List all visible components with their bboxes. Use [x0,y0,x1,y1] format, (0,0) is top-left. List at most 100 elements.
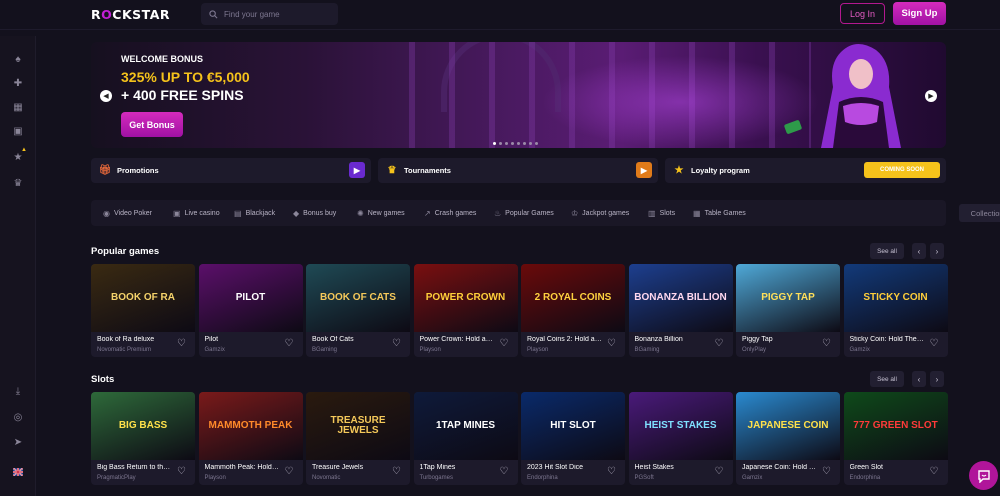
telegram-icon[interactable]: ➤ [12,436,24,448]
promo-label: Loyalty program [691,166,750,175]
category-video-poker[interactable]: ◉ Video Poker [103,200,152,226]
game-card[interactable]: BOOK OF CATS Book Of Cats BGaming ♡ [306,264,410,357]
game-thumbnail[interactable]: JAPANESE COIN [736,392,840,460]
game-card[interactable]: BONANZA BILLION Bonanza Billion BGaming ♡ [628,264,733,357]
category-blackjack[interactable]: ▤ Blackjack [234,200,275,226]
see-all-slots-button[interactable]: See all [870,371,904,387]
game-card[interactable]: BOOK OF RA Book of Ra deluxe Novomatic Pre… [91,264,195,357]
favorite-heart-icon[interactable]: ♡ [930,339,940,349]
slots-prev-arrow[interactable]: ‹ [912,371,926,387]
game-thumbnail[interactable]: HEIST STAKES [628,392,733,460]
favorite-heart-icon[interactable]: ♡ [500,467,510,477]
game-thumbnail[interactable]: PIGGY TAP [736,264,840,332]
game-name: 1Tap Mines [419,464,456,471]
puzzle-icon[interactable]: ✚ [12,77,24,89]
banner-next-arrow[interactable]: ▶ [925,90,937,102]
collections-dropdown[interactable]: Collections▼ [959,204,1000,222]
category-bonus-buy[interactable]: ◆ Bonus buy [293,200,336,226]
game-thumbnail[interactable]: 1TAP MINES [413,392,518,460]
grid-icon[interactable]: ▦ [12,101,24,113]
game-card[interactable]: STICKY COIN Sticky Coin: Hold The Spin Gam… [843,264,948,357]
game-thumbnail[interactable]: POWER CROWN [413,264,518,332]
category-crash-games[interactable]: ↗ Crash games [424,200,476,226]
game-card[interactable]: JAPANESE COIN Japanese Coin: Hold The Spi… [736,392,840,485]
favorite-heart-icon[interactable]: ♡ [715,339,725,349]
category-slots[interactable]: ▥ Slots [648,200,675,226]
flag-uk-icon[interactable] [12,466,24,478]
favorite-heart-icon[interactable]: ♡ [285,339,295,349]
pagination-dot[interactable] [529,142,532,145]
game-card[interactable]: BIG BASS Big Bass Return to the Races Prag… [91,392,195,485]
category-jackpot-games[interactable]: ♔ Jackpot games [571,200,629,226]
pagination-dot[interactable] [505,142,508,145]
favorite-heart-icon[interactable]: ♡ [822,467,832,477]
popular-next-arrow[interactable]: › [930,243,944,259]
gift-icon[interactable]: ▣ [12,125,24,137]
chevron-right-icon[interactable]: ▶ [636,162,652,178]
game-thumbnail[interactable]: TREASURE JEWELS [306,392,410,460]
game-thumbnail[interactable]: 777 GREEN SLOT [843,392,948,460]
see-all-popular-button[interactable]: See all [870,243,904,259]
popular-prev-arrow[interactable]: ‹ [912,243,926,259]
pagination-dot[interactable] [511,142,514,145]
slots-next-arrow[interactable]: › [930,371,944,387]
favorite-heart-icon[interactable]: ♡ [392,467,402,477]
game-thumbnail[interactable]: HIT SLOT [521,392,625,460]
favorite-heart-icon[interactable]: ♡ [607,339,617,349]
favorite-heart-icon[interactable]: ♡ [607,467,617,477]
favorite-heart-icon[interactable]: ♡ [392,339,402,349]
game-thumbnail[interactable]: PILOT [198,264,303,332]
game-card[interactable]: HEIST STAKES Heist Stakes PGSoft ♡ [628,392,733,485]
pagination-dot[interactable] [535,142,538,145]
category-live-casino[interactable]: ▣ Live casino [173,200,220,226]
favorite-heart-icon[interactable]: ♡ [177,339,187,349]
game-card[interactable]: HIT SLOT 2023 Hit Slot Dice Endorphina ♡ [521,392,625,485]
game-card[interactable]: MAMMOTH PEAK Mammoth Peak: Hold and Win Pl… [198,392,303,485]
banner-prev-arrow[interactable]: ◀ [100,90,112,102]
pagination-dot[interactable] [523,142,526,145]
spade-icon[interactable]: ♠ [12,53,24,65]
pagination-dot[interactable] [499,142,502,145]
game-thumbnail[interactable]: BOOK OF CATS [306,264,410,332]
favorite-heart-icon[interactable]: ♡ [930,467,940,477]
promo-bar-loyalty[interactable]: ★ Loyalty program COMING SOON [665,158,946,183]
game-card[interactable]: 777 GREEN SLOT Green Slot Endorphina ♡ [843,392,948,485]
category-table-games[interactable]: ▦ Table Games [693,200,746,226]
favorite-heart-icon[interactable]: ♡ [822,339,832,349]
favorite-heart-icon[interactable]: ♡ [715,467,725,477]
category-new-games[interactable]: ✺ New games [357,200,405,226]
game-card[interactable]: TREASURE JEWELS Treasure Jewels Novomatic ♡ [306,392,410,485]
login-button[interactable]: Log In [840,3,885,24]
promo-bar-tournaments[interactable]: ♛ Tournaments ▶ [378,158,658,183]
game-card[interactable]: POWER CROWN Power Crown: Hold and Win Play… [413,264,518,357]
favorite-heart-icon[interactable]: ♡ [285,467,295,477]
trophy-icon[interactable]: ♛ [12,177,24,189]
game-thumbnail[interactable]: STICKY COIN [843,264,948,332]
game-thumbnail[interactable]: 2 ROYAL COINS [521,264,625,332]
welcome-banner[interactable]: WELCOME BONUS 325% UP TO €5,000 + 400 FR… [91,42,946,148]
pagination-dot[interactable] [493,142,496,145]
game-thumbnail[interactable]: BONANZA BILLION [628,264,733,332]
live-chat-button[interactable] [969,461,998,490]
site-logo[interactable]: ROCKSTAR [91,7,170,22]
game-card[interactable]: 1TAP MINES 1Tap Mines Turbogames ♡ [413,392,518,485]
pagination-dot[interactable] [517,142,520,145]
game-thumbnail[interactable]: BOOK OF RA [91,264,195,332]
category-popular-games[interactable]: ♨ Popular Games [494,200,554,226]
game-card[interactable]: 2 ROYAL COINS Royal Coins 2: Hold and Win… [521,264,625,357]
star-lock-icon[interactable]: ★ ▲ [12,147,27,163]
favorite-heart-icon[interactable]: ♡ [177,467,187,477]
signup-button[interactable]: Sign Up [893,2,946,25]
game-card[interactable]: PIGGY TAP Piggy Tap OnlyPlay ♡ [736,264,840,357]
game-thumbnail[interactable]: MAMMOTH PEAK [198,392,303,460]
promo-bar-promotions[interactable]: 🎁︎ Promotions ▶ [91,158,371,183]
game-card[interactable]: PILOT Pilot Gamzix ♡ [198,264,303,357]
search-input[interactable]: Find your game [201,3,338,25]
favorite-heart-icon[interactable]: ♡ [500,339,510,349]
download-icon[interactable]: ⤓ [12,385,24,397]
get-bonus-button[interactable]: Get Bonus [121,112,183,137]
game-thumbnail[interactable]: BIG BASS [91,392,195,460]
category-label: Bonus buy [303,209,337,217]
instagram-icon[interactable]: ◎ [12,411,24,423]
chevron-right-icon[interactable]: ▶ [349,162,365,178]
